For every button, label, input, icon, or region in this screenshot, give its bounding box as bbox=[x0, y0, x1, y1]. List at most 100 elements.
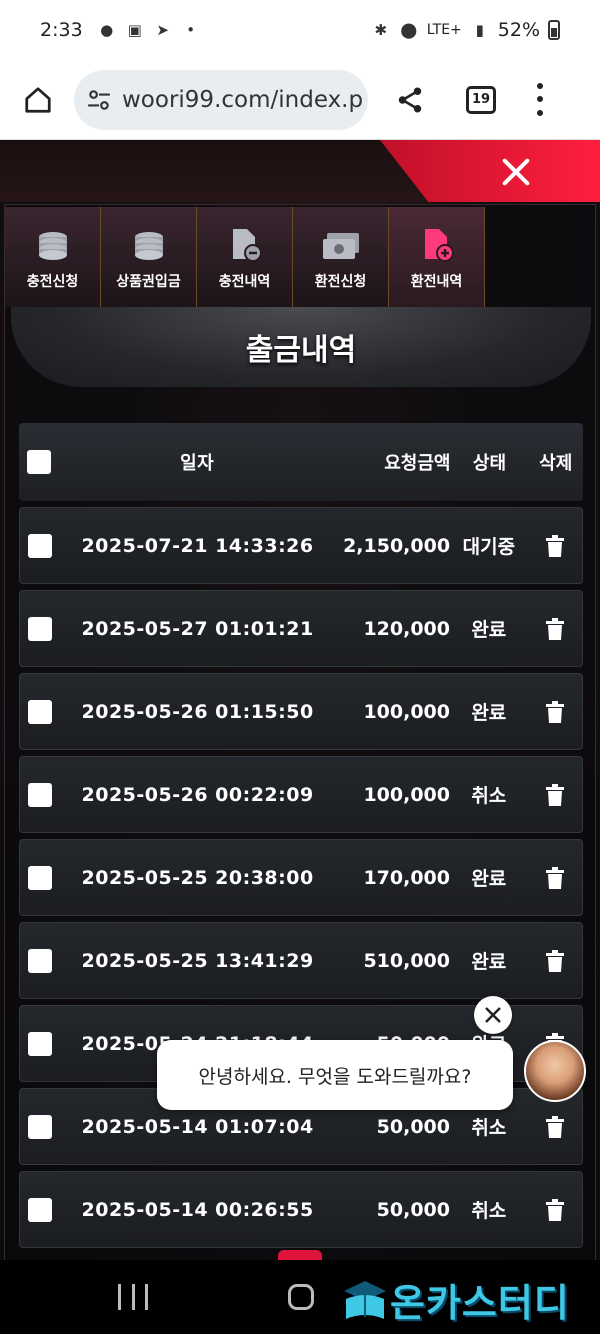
delete-button[interactable] bbox=[528, 1198, 582, 1221]
row-checkbox[interactable] bbox=[28, 865, 52, 890]
delete-button[interactable] bbox=[528, 949, 582, 972]
network-label: LTE+ bbox=[426, 22, 462, 38]
trash-icon bbox=[545, 866, 564, 889]
tab-label: 환전내역 bbox=[410, 274, 463, 290]
bottom-handle[interactable] bbox=[278, 1250, 322, 1260]
table-row: 2025-07-21 14:33:26 2,150,000 대기중 bbox=[19, 507, 583, 584]
row-status: 취소 bbox=[471, 785, 507, 807]
table-row: 2025-05-25 20:38:00 170,000 완료 bbox=[19, 839, 583, 916]
tab-charge-history[interactable]: 충전내역 bbox=[197, 207, 293, 307]
row-checkbox[interactable] bbox=[28, 533, 52, 558]
watermark: 온카스터디 bbox=[340, 1272, 570, 1327]
more-menu-button[interactable] bbox=[534, 80, 546, 120]
row-date: 2025-05-26 00:22:09 bbox=[81, 783, 314, 806]
trash-icon bbox=[545, 700, 564, 723]
row-checkbox[interactable] bbox=[28, 782, 52, 807]
row-date: 2025-05-14 01:07:04 bbox=[81, 1115, 314, 1138]
url-text: woori99.com/index.p bbox=[122, 86, 364, 113]
row-checkbox[interactable] bbox=[28, 1114, 52, 1139]
delete-button[interactable] bbox=[528, 866, 582, 889]
document-minus-icon bbox=[232, 229, 262, 262]
row-status: 완료 bbox=[471, 702, 507, 724]
close-button[interactable] bbox=[496, 152, 536, 192]
status-time: 2:33 bbox=[40, 19, 83, 41]
table-row: 2025-05-25 13:41:29 510,000 완료 bbox=[19, 922, 583, 999]
recent-apps-button[interactable] bbox=[118, 1284, 148, 1310]
tab-charge-request[interactable]: 충전신청 bbox=[5, 207, 101, 307]
row-amount: 100,000 bbox=[363, 700, 450, 723]
tab-label: 충전내역 bbox=[218, 274, 271, 290]
site-settings-icon[interactable] bbox=[86, 87, 112, 113]
page-title: 출금내역 bbox=[245, 333, 357, 368]
delete-button[interactable] bbox=[528, 783, 582, 806]
row-date: 2025-07-21 14:33:26 bbox=[81, 534, 314, 557]
watermark-text: 온카스터디 bbox=[390, 1281, 570, 1325]
table-row: 2025-05-27 01:01:21 120,000 완료 bbox=[19, 590, 583, 667]
bluetooth-icon: ✱ bbox=[374, 21, 388, 39]
header-date: 일자 bbox=[180, 453, 215, 474]
book-logo-icon bbox=[344, 1280, 386, 1319]
trash-icon bbox=[545, 617, 564, 640]
tab-label: 상품권입금 bbox=[116, 274, 181, 290]
row-status: 취소 bbox=[471, 1117, 507, 1139]
row-status: 완료 bbox=[471, 951, 507, 973]
row-status: 대기중 bbox=[462, 536, 516, 558]
row-status: 취소 bbox=[471, 1200, 507, 1222]
share-icon bbox=[398, 87, 422, 112]
row-amount: 50,000 bbox=[376, 1115, 450, 1138]
row-date: 2025-05-25 13:41:29 bbox=[81, 949, 314, 972]
chat-close-button[interactable] bbox=[474, 996, 512, 1034]
table-row: 2025-05-26 00:22:09 100,000 취소 bbox=[19, 756, 583, 833]
chat-bubble[interactable]: 안녕하세요. 무엇을 도와드릴까요? bbox=[157, 1040, 513, 1110]
row-date: 2025-05-14 00:26:55 bbox=[81, 1198, 314, 1221]
delete-button[interactable] bbox=[528, 534, 582, 557]
table-row: 2025-05-26 01:15:50 100,000 완료 bbox=[19, 673, 583, 750]
home-nav-button[interactable] bbox=[288, 1284, 314, 1310]
browser-toolbar: woori99.com/index.p 19 bbox=[0, 60, 600, 140]
chat-message: 안녕하세요. 무엇을 도와드릴까요? bbox=[198, 1065, 472, 1088]
money-icon bbox=[322, 233, 359, 259]
row-checkbox[interactable] bbox=[28, 1197, 52, 1222]
row-status: 완료 bbox=[471, 619, 507, 641]
row-checkbox[interactable] bbox=[28, 616, 52, 641]
row-checkbox[interactable] bbox=[28, 699, 52, 724]
trash-icon bbox=[545, 783, 564, 806]
battery-icon bbox=[548, 20, 560, 40]
table-header: 일자 요청금액 상태 삭제 bbox=[19, 423, 583, 501]
row-checkbox[interactable] bbox=[28, 948, 52, 973]
trash-icon bbox=[545, 1198, 564, 1221]
select-all-checkbox[interactable] bbox=[27, 450, 51, 474]
battery-text: 52% bbox=[497, 19, 540, 41]
dot-icon: • bbox=[186, 21, 196, 39]
tab-bar: 충전신청 상품권입금 충전내역 환전신청 환전내역 bbox=[5, 207, 485, 307]
row-date: 2025-05-25 20:38:00 bbox=[81, 866, 314, 889]
delete-button[interactable] bbox=[528, 700, 582, 723]
row-checkbox[interactable] bbox=[28, 1031, 52, 1056]
tab-voucher-deposit[interactable]: 상품권입금 bbox=[101, 207, 197, 307]
trash-icon bbox=[545, 534, 564, 557]
signal-icon: ▮ bbox=[475, 21, 484, 39]
delete-button[interactable] bbox=[528, 617, 582, 640]
row-status: 완료 bbox=[471, 868, 507, 890]
address-bar[interactable]: woori99.com/index.p bbox=[74, 69, 368, 130]
image-icon: ▣ bbox=[127, 21, 142, 39]
trash-icon bbox=[545, 1115, 564, 1138]
row-amount: 510,000 bbox=[363, 949, 450, 972]
section-header: 출금내역 bbox=[11, 307, 591, 387]
tab-exchange-history[interactable]: 환전내역 bbox=[389, 207, 485, 307]
chat-agent-avatar[interactable] bbox=[524, 1040, 586, 1102]
talk-icon: ● bbox=[100, 21, 114, 39]
row-amount: 100,000 bbox=[363, 783, 450, 806]
tab-label: 충전신청 bbox=[26, 274, 79, 290]
delete-button[interactable] bbox=[528, 1115, 582, 1138]
header-status: 상태 bbox=[472, 453, 507, 474]
home-button[interactable] bbox=[18, 80, 58, 120]
trash-icon bbox=[545, 949, 564, 972]
share-button[interactable] bbox=[390, 80, 430, 120]
tab-exchange-request[interactable]: 환전신청 bbox=[293, 207, 389, 307]
withdrawal-table: 일자 요청금액 상태 삭제 2025-07-21 14:33:26 2,150,… bbox=[19, 423, 583, 1254]
row-date: 2025-05-26 01:15:50 bbox=[81, 700, 314, 723]
document-plus-icon bbox=[424, 229, 454, 262]
tab-switcher-button[interactable]: 19 bbox=[466, 85, 496, 114]
coins-icon bbox=[134, 232, 163, 260]
